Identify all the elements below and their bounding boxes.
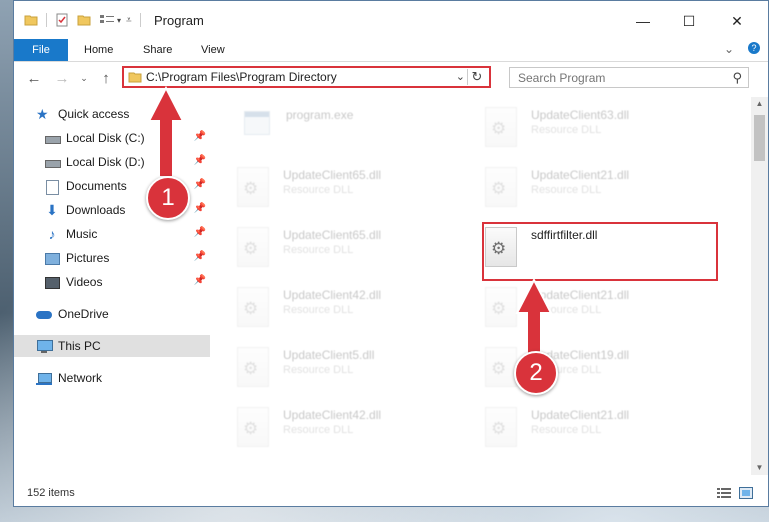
annotation-arrows [147, 85, 553, 356]
arrow-up-annotation-2 [515, 277, 553, 356]
step-badge-1: 1 [146, 176, 190, 220]
step-badge-2: 2 [514, 351, 558, 395]
arrow-up-annotation-1 [147, 85, 185, 178]
